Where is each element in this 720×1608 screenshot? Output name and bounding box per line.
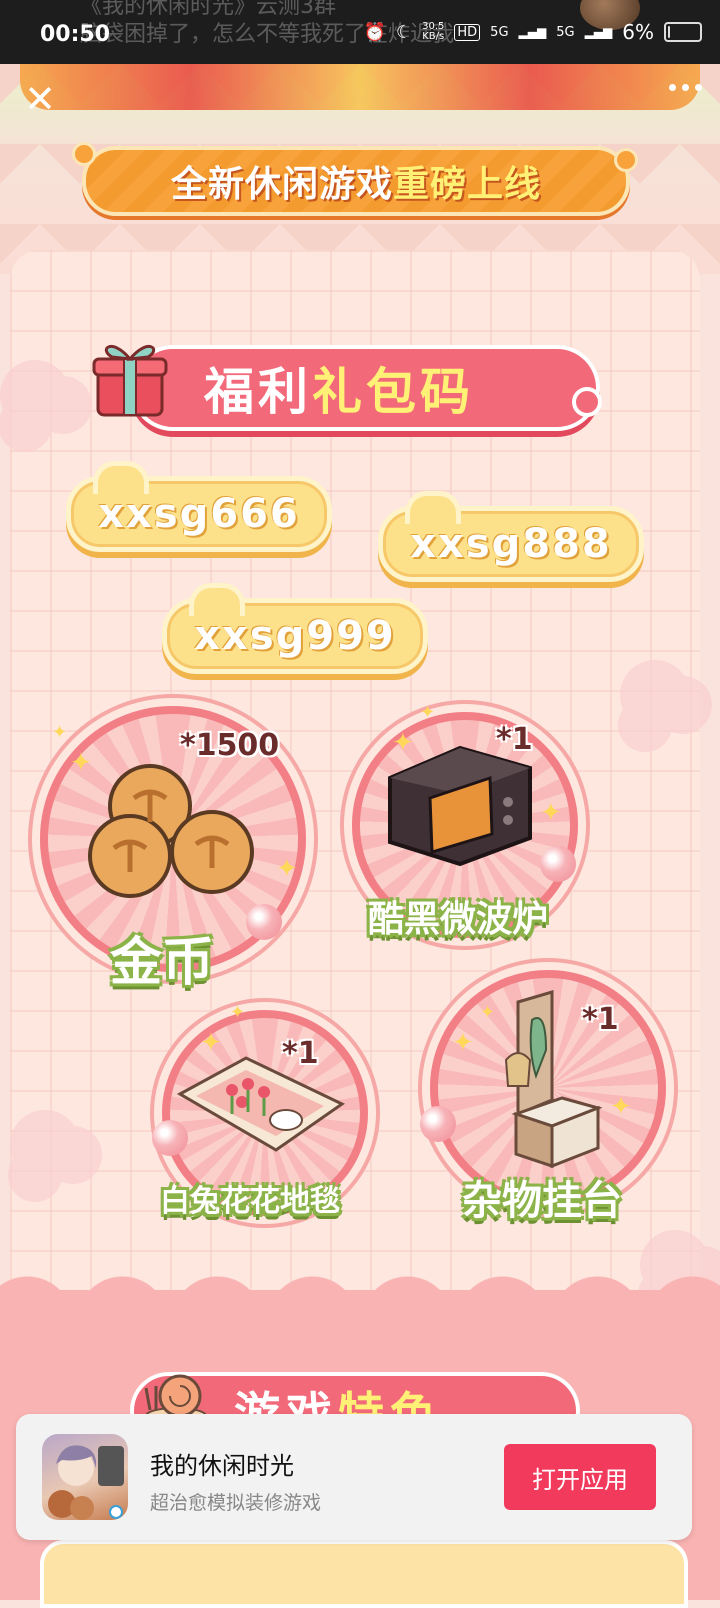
- tagline-banner: 全新休闲游戏重磅上线: [72, 142, 638, 216]
- status-icons: ⏰ ☾ 30.5 KB/s HD 5G ▂▄▆ 5G ▂▄▆ 6%: [364, 20, 702, 44]
- status-bar: 《我的休闲时光》云测3群 脑袋困掉了，怎么不等我死了在炸近我 00:50 ⏰ ☾…: [0, 0, 720, 64]
- reward-name-microwave: 酷黑微波炉: [368, 899, 549, 940]
- close-icon[interactable]: ✕: [22, 80, 58, 118]
- reward-count-microwave: *1: [496, 722, 533, 757]
- tagline-part-1: 全新休闲游戏: [170, 164, 393, 205]
- moon-icon: ☾: [395, 21, 413, 43]
- reward-count-rug: *1: [282, 1036, 319, 1071]
- next-section-peek: [40, 1540, 688, 1608]
- bubble-decoration: [246, 904, 282, 940]
- bubble-decoration: [420, 1106, 456, 1142]
- sparkle-icon: ✦: [200, 1028, 222, 1058]
- reward-count-coat-rack: *1: [582, 1002, 619, 1037]
- flower-decoration: [620, 660, 690, 730]
- tagline-dot-left: [72, 142, 96, 166]
- app-download-card: 我的休闲时光 超治愈模拟装修游戏 打开应用: [16, 1414, 692, 1540]
- bubble-decoration: [152, 1120, 188, 1156]
- signal-5g-1: 5G: [490, 24, 509, 40]
- coin-icon: [88, 764, 254, 898]
- app-name: 我的休闲时光: [150, 1452, 294, 1480]
- sparkle-icon: ✦: [452, 1028, 474, 1058]
- tagline-text: 全新休闲游戏重磅上线: [171, 155, 541, 207]
- more-options-icon[interactable]: [669, 84, 702, 91]
- gift-code-1[interactable]: xxsg666: [66, 461, 332, 552]
- gift-code-3[interactable]: xxsg999: [162, 583, 428, 674]
- flower-decoration: [0, 360, 70, 430]
- sparkle-icon: ✦: [610, 1092, 632, 1122]
- rug-icon: [176, 1056, 345, 1152]
- tagline-dot-right: [614, 148, 638, 172]
- app-icon: [42, 1434, 128, 1520]
- signal-bars-icon: ▂▄▆: [518, 25, 547, 39]
- app-subtitle: 超治愈模拟装修游戏: [150, 1492, 322, 1514]
- gift-title-part-1: 福利: [204, 363, 312, 421]
- tagline-part-2: 重磅上线: [393, 164, 542, 205]
- net-speed-unit: KB/s: [422, 31, 445, 42]
- bubble-decoration: [540, 846, 576, 882]
- alarm-icon: ⏰: [363, 21, 386, 43]
- sparkle-icon: ✦: [52, 722, 68, 743]
- gift-code-2[interactable]: xxsg888: [378, 491, 644, 582]
- scallop-edge: [0, 1262, 720, 1322]
- sparkle-icon: ✦: [392, 728, 414, 758]
- battery-percent: 6%: [622, 20, 654, 44]
- hd-badge: HD: [454, 23, 481, 41]
- reward-name-coat-rack: 杂物挂台: [462, 1178, 622, 1224]
- sparkle-icon: ✦: [276, 854, 298, 884]
- battery-icon: [664, 22, 702, 42]
- sparkle-icon: ✦: [480, 1002, 496, 1023]
- clock: 00:50: [40, 22, 111, 47]
- sparkle-icon: ✦: [230, 1002, 246, 1023]
- flower-decoration: [10, 1110, 80, 1180]
- gift-box-icon: [92, 345, 168, 417]
- sparkle-icon: ✦: [540, 798, 562, 828]
- game-logo: [20, 64, 700, 110]
- reward-name-rug: 白兔花花地毯: [160, 1184, 340, 1219]
- signal-5g-2: 5G: [556, 24, 575, 40]
- reward-name-coins: 金币: [110, 933, 215, 993]
- sparkle-icon: ✦: [420, 702, 436, 723]
- signal-bars-icon-2: ▂▄▆: [584, 25, 613, 39]
- sparkle-icon: ✦: [70, 748, 92, 778]
- open-app-button[interactable]: 打开应用: [504, 1444, 656, 1510]
- network-speed: 30.5 KB/s: [422, 22, 444, 42]
- gift-code-header: 福利 礼包码: [130, 345, 602, 431]
- app-icon-illustration: [48, 1445, 124, 1520]
- header-dot: [572, 387, 602, 417]
- reward-count-coins: *1500: [180, 728, 280, 763]
- gift-title-part-2: 礼包码: [312, 363, 474, 421]
